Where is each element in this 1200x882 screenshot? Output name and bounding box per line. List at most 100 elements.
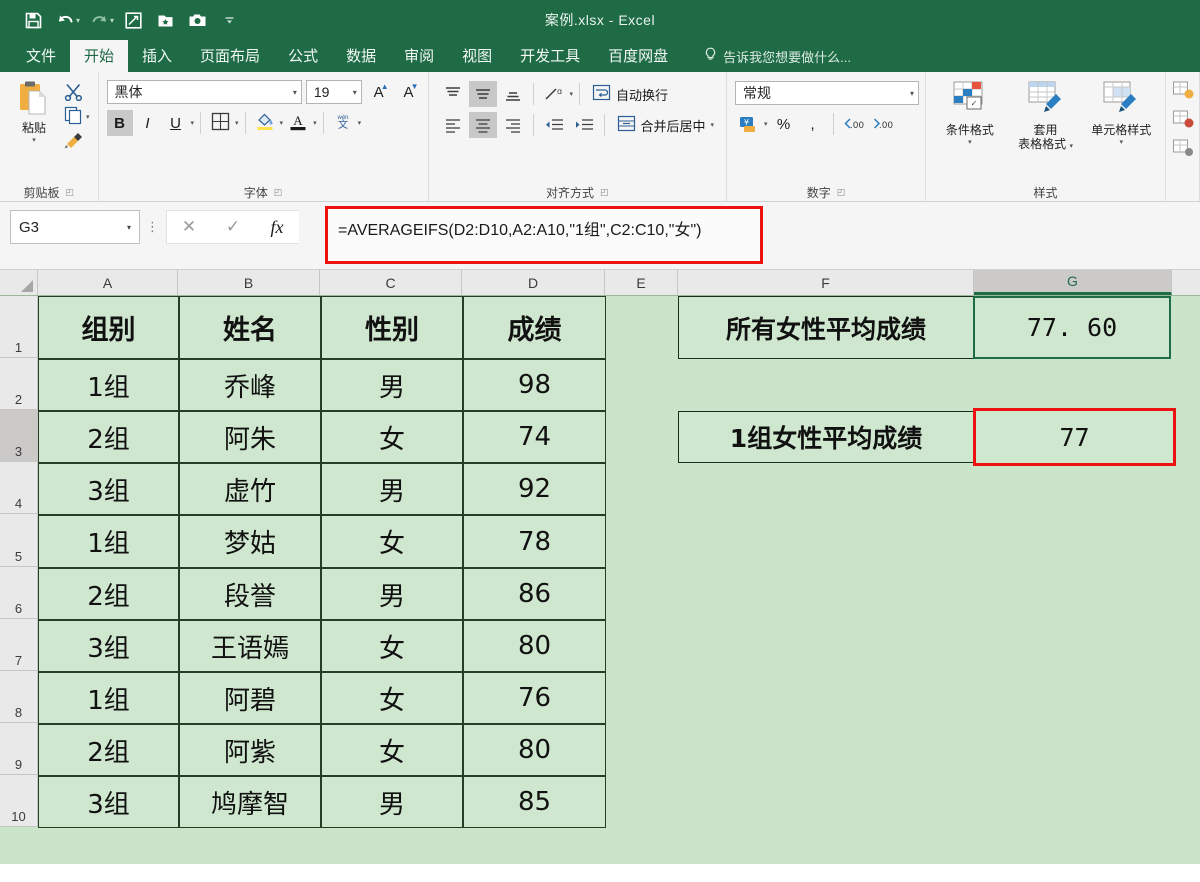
increase-font-size-button[interactable]: A ▲ (366, 80, 392, 104)
accounting-dropdown-caret[interactable]: ▾ (764, 120, 768, 128)
tab-formulas[interactable]: 公式 (274, 40, 332, 72)
paste-button[interactable]: 粘贴 ▾ (6, 76, 62, 144)
clipboard-dialog-launcher[interactable]: ◰ (66, 187, 75, 198)
tell-me-search[interactable]: 告诉我您想要做什么... (704, 40, 851, 72)
custom-star-icon[interactable] (150, 6, 180, 34)
tab-review[interactable]: 审阅 (390, 40, 448, 72)
cell-B2[interactable]: 乔峰 (179, 359, 321, 411)
copy-dropdown-caret[interactable]: ▾ (86, 113, 90, 121)
screenshot-icon[interactable] (182, 6, 212, 34)
increase-decimal-button[interactable]: .00 (841, 111, 867, 137)
column-header-d[interactable]: D (462, 270, 605, 295)
font-name-combo[interactable]: 黑体 ▾ (106, 80, 302, 104)
tab-developer[interactable]: 开发工具 (506, 40, 594, 72)
cell-A7[interactable]: 3组 (38, 620, 179, 672)
cell-D3[interactable]: 74 (463, 411, 606, 463)
cell-D1[interactable]: 成绩 (463, 296, 606, 359)
cell-B1[interactable]: 姓名 (179, 296, 321, 359)
column-header-b[interactable]: B (178, 270, 320, 295)
format-painter-button[interactable] (62, 130, 92, 152)
cell-C9[interactable]: 女 (321, 724, 463, 776)
cell-B7[interactable]: 王语嫣 (179, 620, 321, 672)
cell-D6[interactable]: 86 (463, 568, 606, 620)
merge-center-button[interactable]: 合并后居中 ▾ (611, 112, 721, 138)
cell-A5[interactable]: 1组 (38, 515, 179, 568)
row-header-4[interactable]: 4 (0, 462, 38, 514)
select-all-corner[interactable] (0, 270, 38, 295)
phonetic-dropdown-caret[interactable]: ▾ (358, 119, 362, 127)
cell-C3[interactable]: 女 (321, 411, 463, 463)
tab-view[interactable]: 视图 (448, 40, 506, 72)
align-right-button[interactable] (499, 112, 527, 138)
column-header-g[interactable]: G (974, 270, 1172, 295)
align-center-button[interactable] (468, 112, 497, 138)
cell-B5[interactable]: 梦姑 (179, 515, 321, 568)
cell-D5[interactable]: 78 (463, 515, 606, 568)
row-header-10[interactable]: 10 (0, 775, 38, 827)
chevron-down-icon[interactable]: ▾ (293, 88, 297, 97)
decrease-decimal-button[interactable]: .00 (870, 111, 896, 137)
percent-style-button[interactable]: % (771, 111, 797, 137)
column-header-f[interactable]: F (678, 270, 974, 295)
underline-dropdown-caret[interactable]: ▾ (191, 119, 195, 127)
copy-button[interactable]: ▾ (62, 106, 92, 128)
cell-A10[interactable]: 3组 (38, 776, 179, 828)
cell-D7[interactable]: 80 (463, 620, 606, 672)
decrease-indent-button[interactable] (540, 112, 568, 138)
tab-insert[interactable]: 插入 (128, 40, 186, 72)
tab-home[interactable]: 开始 (70, 40, 129, 72)
format-as-table-caret[interactable]: ▾ (1069, 143, 1073, 150)
alignment-dialog-launcher[interactable]: ◰ (600, 187, 609, 198)
column-header-a[interactable]: A (38, 270, 178, 295)
cell-B4[interactable]: 虚竹 (179, 463, 321, 515)
number-dialog-launcher[interactable]: ◰ (837, 187, 846, 198)
align-middle-button[interactable] (468, 81, 497, 107)
font-color-button[interactable]: A (285, 110, 311, 136)
fill-color-button[interactable] (252, 110, 278, 136)
row-header-6[interactable]: 6 (0, 567, 38, 619)
cell-B9[interactable]: 阿紫 (179, 724, 321, 776)
orientation-dropdown-caret[interactable]: ▾ (570, 90, 574, 98)
cell-F3[interactable]: 1组女性平均成绩 (678, 411, 974, 463)
cell-C4[interactable]: 男 (321, 463, 463, 515)
underline-button[interactable]: U (163, 110, 189, 136)
comma-style-button[interactable]: , (800, 111, 826, 137)
cell-A6[interactable]: 2组 (38, 568, 179, 620)
tab-baidu-netdisk[interactable]: 百度网盘 (594, 40, 682, 72)
conditional-formatting-caret[interactable]: ▾ (968, 138, 972, 146)
decrease-font-size-button[interactable]: A ▼ (396, 80, 422, 104)
font-size-combo[interactable]: 19 ▾ (305, 80, 362, 104)
bold-button[interactable]: B (106, 110, 133, 136)
borders-button[interactable] (207, 110, 233, 136)
cell-A1[interactable]: 组别 (38, 296, 179, 359)
cell-C7[interactable]: 女 (321, 620, 463, 672)
merge-center-dropdown-caret[interactable]: ▾ (711, 121, 715, 129)
undo-dropdown-caret[interactable]: ▾ (76, 16, 80, 25)
cell-C8[interactable]: 女 (321, 672, 463, 724)
cell-A9[interactable]: 2组 (38, 724, 179, 776)
cell-D9[interactable]: 80 (463, 724, 606, 776)
orientation-button[interactable]: ɑ (540, 81, 568, 107)
insert-function-icon[interactable]: fx (255, 210, 299, 244)
cell-B6[interactable]: 段誉 (179, 568, 321, 620)
custom-grid-icon[interactable] (118, 6, 148, 34)
cell-D8[interactable]: 76 (463, 672, 606, 724)
cell-A4[interactable]: 3组 (38, 463, 179, 515)
phonetic-guide-button[interactable]: wén 文 (330, 110, 356, 136)
increase-indent-button[interactable] (570, 112, 598, 138)
cell-C2[interactable]: 男 (321, 359, 463, 411)
cell-C6[interactable]: 男 (321, 568, 463, 620)
cut-button[interactable] (62, 82, 92, 104)
cancel-formula-icon[interactable]: ✕ (167, 210, 211, 244)
cell-B8[interactable]: 阿碧 (179, 672, 321, 724)
row-header-5[interactable]: 5 (0, 514, 38, 567)
align-top-button[interactable] (439, 81, 467, 107)
cell-styles-button[interactable]: 单元格样式 ▾ (1083, 76, 1159, 146)
row-header-7[interactable]: 7 (0, 619, 38, 671)
format-as-table-button[interactable]: 套用 表格格式 ▾ (1008, 76, 1084, 151)
chevron-down-icon[interactable]: ▾ (910, 89, 914, 98)
confirm-formula-icon[interactable]: ✓ (211, 210, 255, 244)
align-bottom-button[interactable] (499, 81, 527, 107)
fill-color-dropdown-caret[interactable]: ▾ (280, 119, 284, 127)
cell-A2[interactable]: 1组 (38, 359, 179, 411)
